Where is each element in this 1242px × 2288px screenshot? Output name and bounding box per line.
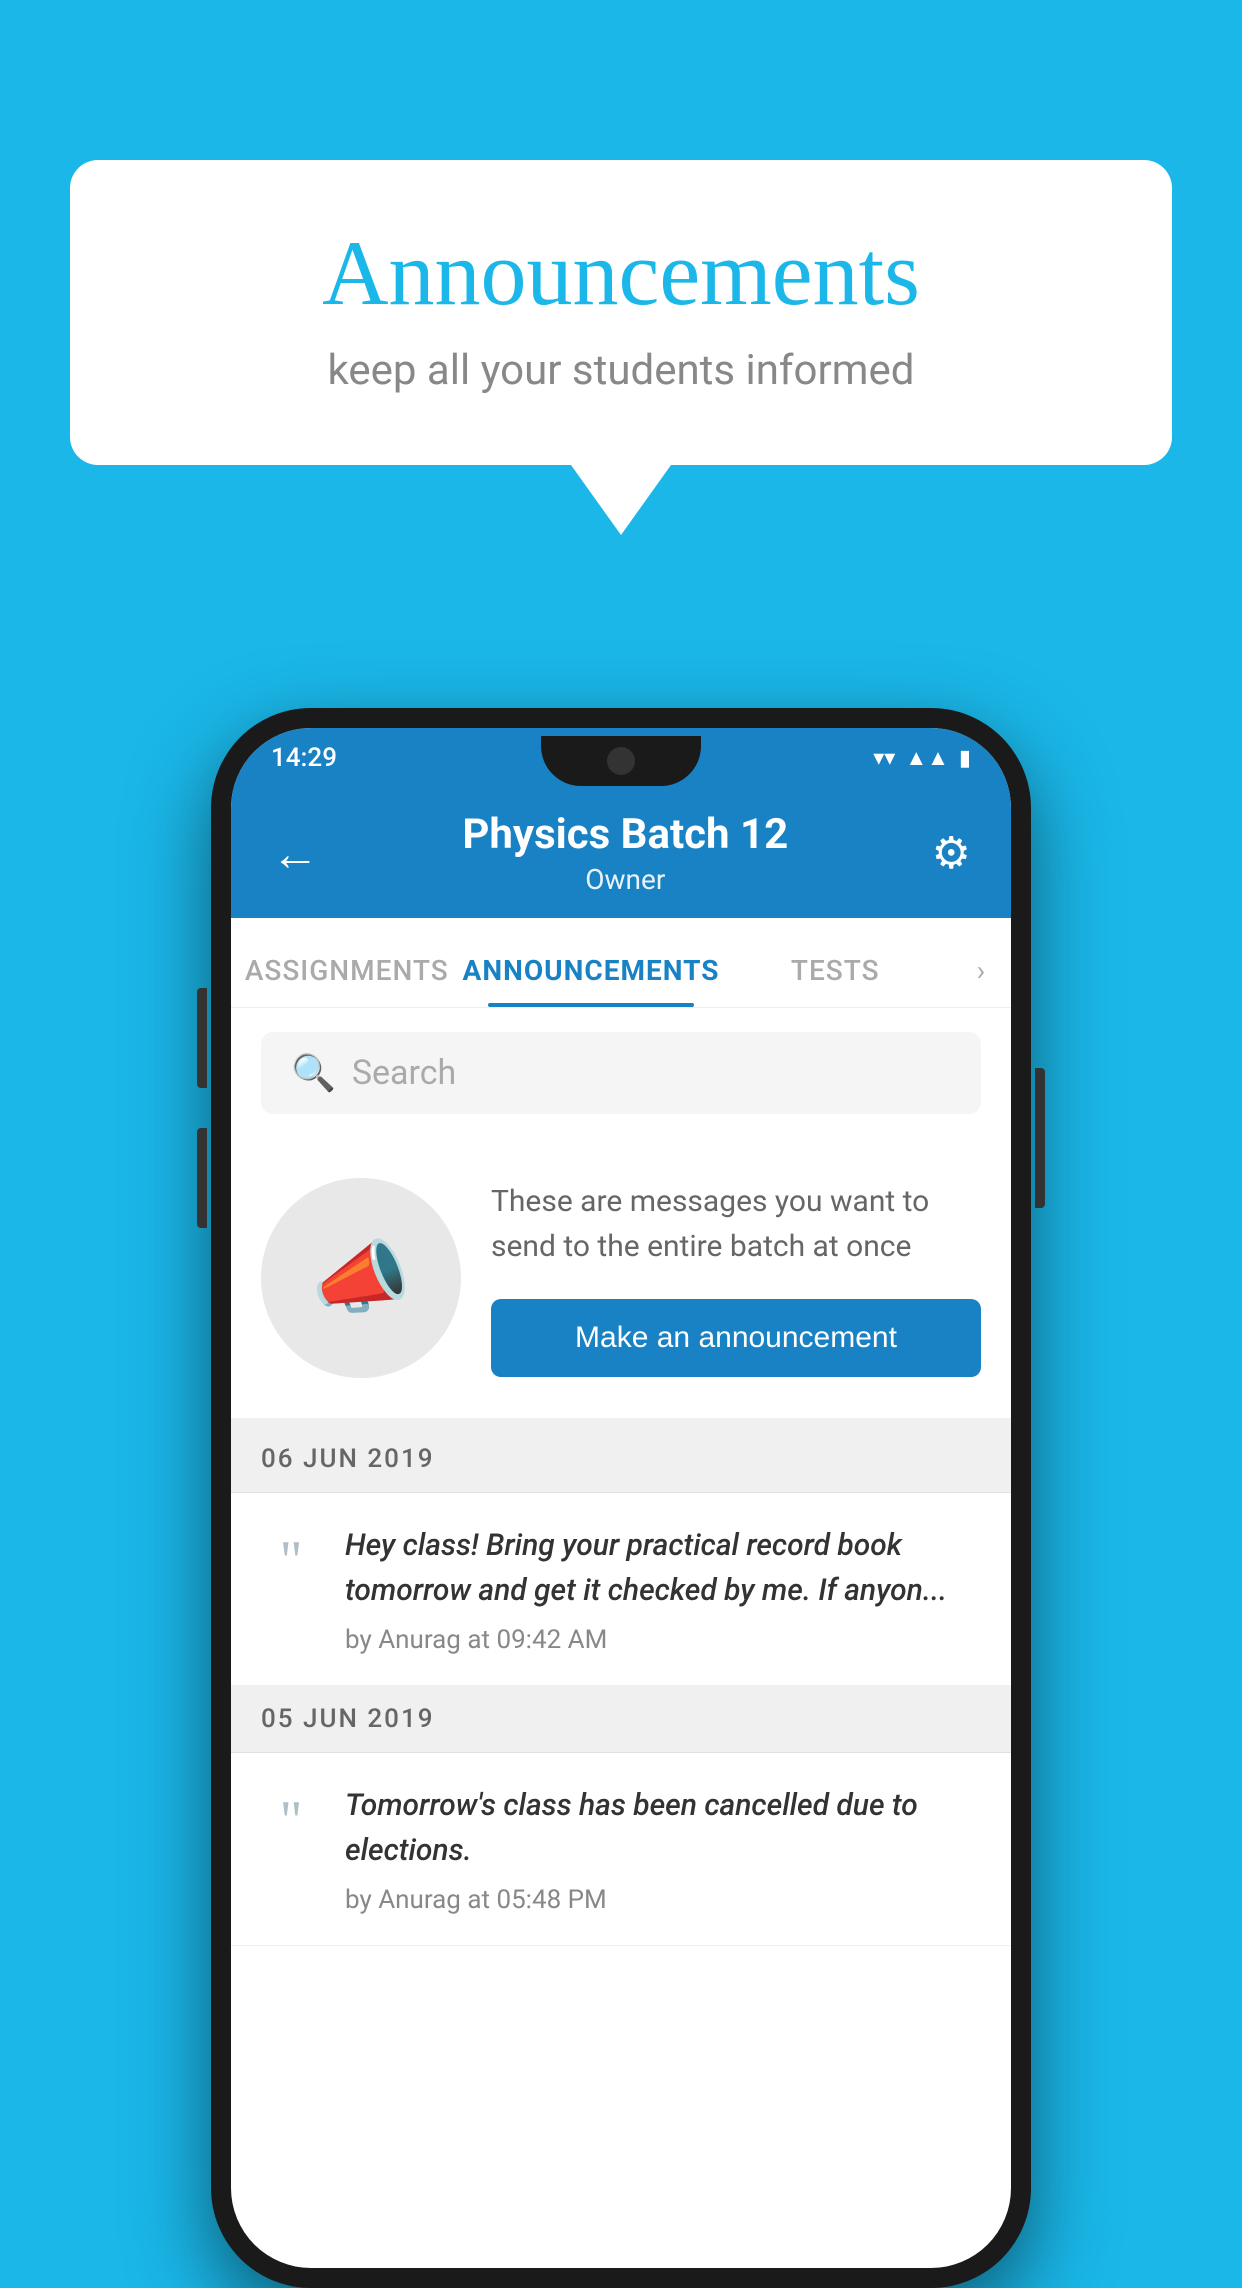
search-icon: 🔍 [291,1052,336,1094]
speech-bubble-subtitle: keep all your students informed [150,346,1092,395]
date-separator-1: 06 JUN 2019 [231,1426,1011,1493]
tab-assignments[interactable]: ASSIGNMENTS [231,954,463,1007]
phone-outer: 14:29 ▾▾ ▲▲ ▮ ← Physics Batch 12 Owner ⚙ [211,708,1031,2288]
announcement-text-2: Tomorrow's class has been cancelled due … [345,1783,981,1873]
date-separator-2: 05 JUN 2019 [231,1686,1011,1753]
tab-tests[interactable]: TESTS [719,954,951,1007]
announcement-text-1: Hey class! Bring your practical record b… [345,1523,981,1613]
tabs-more[interactable]: › [951,954,1011,1007]
front-camera [607,747,635,775]
promo-section: 📣 These are messages you want to send to… [231,1138,1011,1426]
tabs-bar: ASSIGNMENTS ANNOUNCEMENTS TESTS › [231,918,1011,1008]
megaphone-icon: 📣 [311,1231,411,1325]
announcement-item-1: " Hey class! Bring your practical record… [231,1493,1011,1686]
phone-screen: 14:29 ▾▾ ▲▲ ▮ ← Physics Batch 12 Owner ⚙ [231,728,1011,2268]
announcement-content-2: Tomorrow's class has been cancelled due … [345,1783,981,1915]
search-box[interactable]: 🔍 Search [261,1032,981,1114]
app-bar: ← Physics Batch 12 Owner ⚙ [231,788,1011,918]
quote-icon-2: " [261,1793,321,1849]
quote-icon-1: " [261,1533,321,1589]
announcement-content-1: Hey class! Bring your practical record b… [345,1523,981,1655]
user-role: Owner [319,863,932,896]
speech-bubble-arrow [571,465,671,535]
batch-title: Physics Batch 12 [319,810,932,859]
speech-bubble: Announcements keep all your students inf… [70,160,1172,465]
announcement-author-1: by Anurag at 09:42 AM [345,1625,981,1655]
phone-container: 14:29 ▾▾ ▲▲ ▮ ← Physics Batch 12 Owner ⚙ [211,708,1031,2288]
wifi-icon: ▾▾ [873,746,895,771]
promo-icon-circle: 📣 [261,1178,461,1378]
signal-icon: ▲▲ [905,745,949,771]
phone-notch [541,736,701,786]
status-time: 14:29 [271,743,337,773]
tab-announcements[interactable]: ANNOUNCEMENTS [463,954,720,1007]
make-announcement-button[interactable]: Make an announcement [491,1299,981,1377]
search-container: 🔍 Search [231,1008,1011,1138]
volume-down-button[interactable] [197,1128,207,1228]
announcement-author-2: by Anurag at 05:48 PM [345,1885,981,1915]
power-button[interactable] [1035,1068,1045,1208]
announcement-item-2: " Tomorrow's class has been cancelled du… [231,1753,1011,1946]
settings-button[interactable]: ⚙ [932,827,971,879]
back-button[interactable]: ← [271,825,319,882]
status-icons: ▾▾ ▲▲ ▮ [873,745,971,771]
promo-description: These are messages you want to send to t… [491,1179,981,1269]
search-input[interactable]: Search [352,1053,456,1093]
battery-icon: ▮ [959,746,971,771]
speech-bubble-container: Announcements keep all your students inf… [70,160,1172,535]
speech-bubble-title: Announcements [150,220,1092,326]
promo-right: These are messages you want to send to t… [491,1179,981,1377]
app-bar-title: Physics Batch 12 Owner [319,810,932,896]
volume-up-button[interactable] [197,988,207,1088]
